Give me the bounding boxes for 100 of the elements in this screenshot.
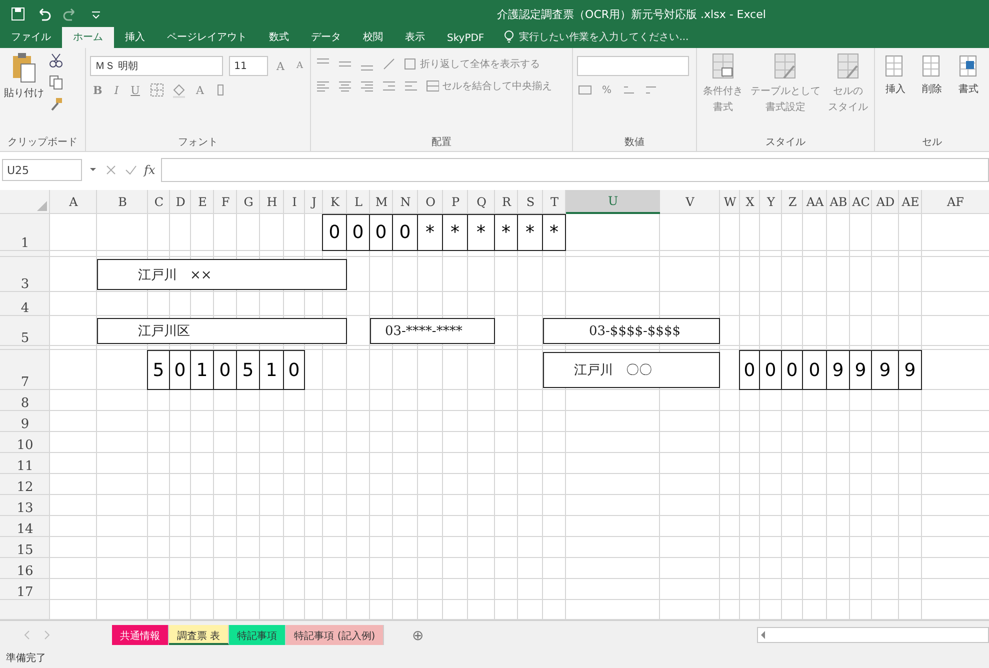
insert-function-button[interactable]: fx xyxy=(144,163,156,177)
text-cell: 江戸川 ×× xyxy=(97,259,347,290)
number-format-field[interactable] xyxy=(577,56,689,76)
row-header[interactable]: 14 xyxy=(0,516,50,537)
enter-icon[interactable] xyxy=(124,163,138,177)
column-header[interactable]: AE xyxy=(899,190,922,214)
column-header[interactable]: R xyxy=(495,190,518,214)
status-text: 準備完了 xyxy=(6,652,46,665)
column-header[interactable]: AB xyxy=(827,190,850,214)
row-header[interactable]: 4 xyxy=(0,292,50,316)
column-header[interactable]: F xyxy=(214,190,237,214)
row-header[interactable]: 3 xyxy=(0,257,50,292)
cut-icon[interactable] xyxy=(48,52,64,68)
wrap-icon[interactable] xyxy=(403,56,417,72)
text-cell: 江戸川 〇〇 xyxy=(543,352,720,388)
ribbon-tab[interactable]: ファイル xyxy=(0,27,62,48)
column-header[interactable]: G xyxy=(237,190,260,214)
column-header[interactable]: E xyxy=(191,190,214,214)
column-header[interactable]: Y xyxy=(760,190,782,214)
column-header[interactable]: B xyxy=(97,190,148,214)
row-header[interactable]: 10 xyxy=(0,432,50,453)
digit-cell: 0 xyxy=(802,350,827,390)
cell-command-button[interactable]: 削除 xyxy=(920,52,944,135)
row-header[interactable]: 13 xyxy=(0,495,50,516)
merge-icon[interactable] xyxy=(425,78,439,94)
sheet-tab[interactable]: 特記事項 xyxy=(229,624,286,644)
font-name-field[interactable]: ＭＳ 明朝 xyxy=(90,56,224,76)
group-label: フォント xyxy=(177,136,219,149)
digit-cell: 0 xyxy=(759,350,782,390)
column-header[interactable]: X xyxy=(740,190,760,214)
column-header[interactable]: O xyxy=(418,190,443,214)
ribbon-tab[interactable]: SkyPDF xyxy=(436,30,496,48)
ribbon-tab[interactable]: 校閲 xyxy=(352,27,394,48)
row-header[interactable]: 5 xyxy=(0,316,50,346)
select-all-icon[interactable] xyxy=(37,201,47,211)
save-icon[interactable] xyxy=(10,6,26,22)
column-header[interactable]: D xyxy=(170,190,191,214)
digit-cell: 0 xyxy=(283,350,305,390)
borders-icon[interactable] xyxy=(148,82,165,98)
lightbulb-icon[interactable] xyxy=(503,30,516,44)
ribbon-tab[interactable]: 表示 xyxy=(394,27,436,48)
column-header[interactable]: N xyxy=(393,190,418,214)
column-header[interactable]: P xyxy=(443,190,468,214)
name-box[interactable]: U25 xyxy=(2,159,82,181)
group-label: 配置 xyxy=(430,136,452,149)
scroll-left-icon[interactable] xyxy=(22,628,32,640)
column-header[interactable]: A xyxy=(50,190,97,214)
formula-input[interactable] xyxy=(161,158,989,182)
orientation-icon[interactable] xyxy=(381,56,397,72)
column-header[interactable]: S xyxy=(518,190,543,214)
cell-command-button[interactable]: 書式 xyxy=(956,52,981,135)
column-header[interactable]: H xyxy=(260,190,284,214)
ribbon-tab[interactable]: ページレイアウト xyxy=(156,27,258,48)
row-header[interactable]: 9 xyxy=(0,411,50,432)
row-header[interactable]: 17 xyxy=(0,579,50,600)
column-header[interactable]: Q xyxy=(468,190,495,214)
column-header[interactable]: L xyxy=(347,190,370,214)
column-header[interactable]: C xyxy=(148,190,170,214)
scroll-right-icon[interactable] xyxy=(42,628,52,640)
column-header[interactable]: Z xyxy=(782,190,803,214)
fill-color-icon[interactable] xyxy=(170,82,187,98)
ribbon-tab[interactable]: ホーム xyxy=(62,27,114,48)
column-header[interactable]: AC xyxy=(850,190,872,214)
text-cell: 03-$$$$-$$$$ xyxy=(543,318,720,344)
row-header[interactable]: 1 xyxy=(0,214,50,251)
sheet-tab[interactable]: 調査票 表 xyxy=(169,624,230,644)
row-header[interactable]: 16 xyxy=(0,558,50,579)
clipboard-icon xyxy=(11,52,37,84)
column-header[interactable]: T xyxy=(543,190,566,214)
tell-me-field[interactable]: 実行したい作業を入力してください... xyxy=(495,27,697,48)
column-header[interactable]: K xyxy=(323,190,347,214)
ribbon-tab[interactable]: 挿入 xyxy=(114,27,156,48)
row-header[interactable]: 12 xyxy=(0,474,50,495)
row-header[interactable]: 7 xyxy=(0,350,50,390)
add-sheet-button[interactable]: ⊕ xyxy=(406,626,430,644)
horizontal-scrollbar[interactable] xyxy=(757,626,989,642)
column-header[interactable]: AA xyxy=(803,190,827,214)
paste-button[interactable]: 貼り付け xyxy=(4,52,44,135)
ribbon-tab[interactable]: データ xyxy=(300,27,352,48)
column-header[interactable]: V xyxy=(660,190,720,214)
column-header[interactable]: AF xyxy=(922,190,989,214)
row-header[interactable]: 15 xyxy=(0,537,50,558)
digit-cell: * xyxy=(542,214,566,251)
ribbon-tab[interactable]: 数式 xyxy=(258,27,300,48)
sheet-tab[interactable]: 共通情報 xyxy=(112,624,169,644)
copy-icon[interactable] xyxy=(48,74,64,90)
digit-cell: 0 xyxy=(322,214,347,251)
font-size-field[interactable]: 11 xyxy=(229,56,268,76)
row-header[interactable]: 11 xyxy=(0,453,50,474)
cell-command-button[interactable]: 挿入 xyxy=(883,52,908,135)
column-header[interactable]: U xyxy=(566,190,660,214)
column-header[interactable]: M xyxy=(370,190,393,214)
sheet-tab[interactable]: 特記事項 (記入例) xyxy=(286,624,384,644)
column-header[interactable]: I xyxy=(284,190,305,214)
column-header[interactable]: W xyxy=(720,190,740,214)
group-label: 数値 xyxy=(624,136,646,149)
cancel-icon[interactable] xyxy=(104,163,118,177)
row-header[interactable]: 8 xyxy=(0,390,50,411)
column-header[interactable]: J xyxy=(305,190,323,214)
column-header[interactable]: AD xyxy=(872,190,899,214)
